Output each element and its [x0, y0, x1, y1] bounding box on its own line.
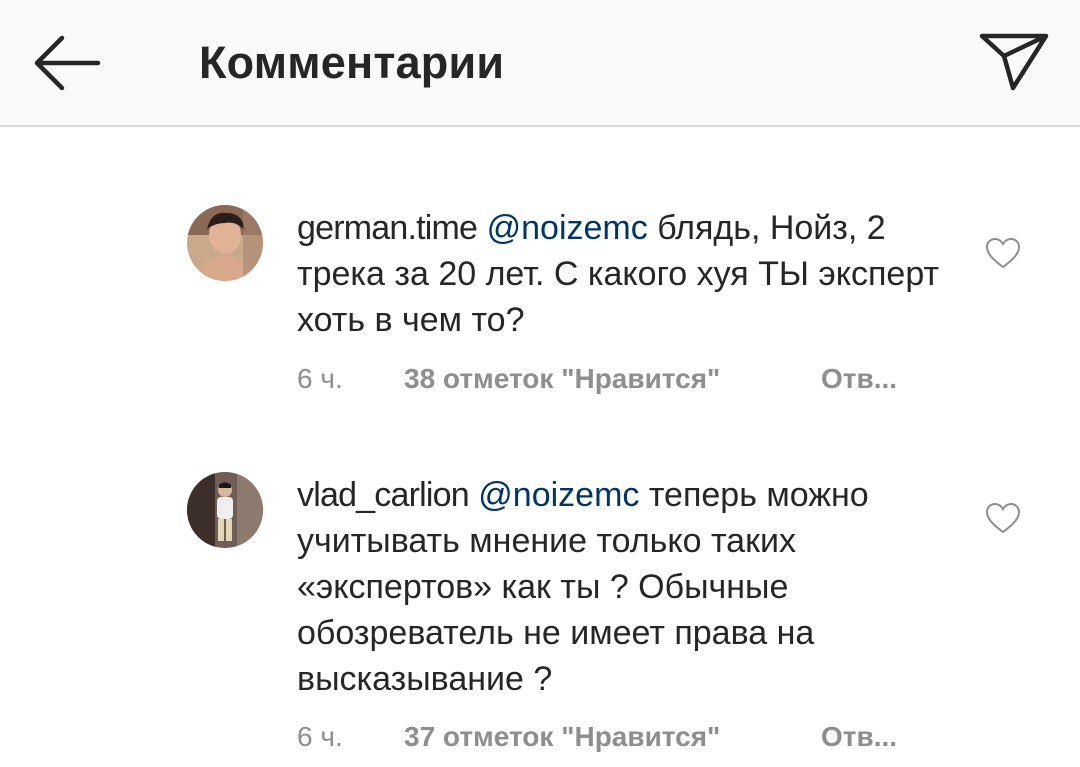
likes-count-link[interactable]: 38 отметок "Нравится": [404, 361, 821, 397]
top-bar: Комментарии: [0, 0, 1080, 127]
comment-username[interactable]: german.time: [297, 209, 478, 247]
avatar[interactable]: [187, 472, 263, 548]
back-button[interactable]: [28, 30, 104, 96]
heart-icon[interactable]: [984, 236, 1022, 270]
reply-button[interactable]: Отв...: [821, 719, 897, 755]
page-title: Комментарии: [199, 37, 505, 88]
comment-mention[interactable]: @noizemc: [487, 209, 648, 247]
comment-body: vlad_carlion @noizemc теперь можно учиты…: [297, 472, 957, 702]
comment-meta: 6 ч. 37 отметок "Нравится" Отв...: [297, 719, 897, 755]
paper-plane-icon: [979, 33, 1049, 91]
share-button[interactable]: [972, 26, 1054, 98]
reply-button[interactable]: Отв...: [821, 361, 897, 397]
comment-mention[interactable]: @noizemc: [478, 476, 639, 514]
comment-time: 6 ч.: [297, 721, 343, 752]
likes-count-link[interactable]: 37 отметок "Нравится": [404, 719, 821, 755]
comment-time: 6 ч.: [297, 363, 343, 394]
comment-body: german.time @noizemc блядь, Нойз, 2 трек…: [297, 205, 957, 343]
heart-icon[interactable]: [984, 501, 1022, 535]
comment-meta: 6 ч. 38 отметок "Нравится" Отв...: [297, 361, 897, 397]
avatar[interactable]: [187, 205, 263, 281]
arrow-left-icon: [34, 35, 101, 91]
comment-username[interactable]: vlad_carlion: [297, 476, 470, 514]
